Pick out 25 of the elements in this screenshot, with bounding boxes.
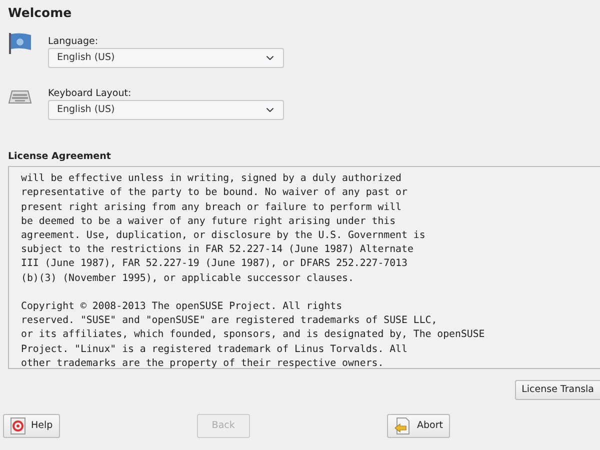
flag-icon (8, 31, 32, 55)
help-icon (10, 417, 26, 436)
license-text-line: (b)(3) (November 1995), or applicable successor clauses. (21, 272, 354, 286)
license-text-line: present right arising from any breach or failure to perform will (21, 200, 402, 215)
license-text-line: be deemed to be a waiver of any future right arising under this (21, 214, 396, 229)
language-select[interactable]: English (US) (48, 48, 284, 68)
license-translations-button[interactable]: License Transla (514, 380, 600, 400)
license-text-line: Copyright © 2008-2013 The openSUSE Project. All rights (21, 300, 342, 314)
keyboard-select[interactable]: English (US) (48, 100, 284, 120)
field-label: Keyboard Layout: (48, 88, 132, 100)
license-text-line: reserved. "SUSE" and "openSUSE" are registered trademarks of SUSE LLC, (21, 314, 438, 328)
license-text-line: or its affiliates, which founded, sponsors, and is designated by, The openSUSE (21, 328, 485, 342)
section-heading: License Agreement (8, 150, 112, 164)
license-text-line: other trademarks are the property of their respective owners. (21, 356, 384, 371)
license-text-line: agreement. Use, duplication, or disclosure by the U.S. Government is (21, 229, 426, 244)
field-label: Language: (48, 36, 100, 48)
license-text-line: representative of the party to be bound. No waiver of any past or (21, 186, 408, 200)
license-text-line: subject to the restrictions in FAR 52.227-14 (June 1987) Alternate (21, 243, 414, 258)
page-title: Welcome (7, 4, 73, 22)
abort-button[interactable]: Abort (387, 414, 450, 438)
abort-icon (394, 417, 412, 436)
license-text-line: Project. "Linux" is a registered trademark of Linus Torvalds. All (21, 342, 408, 357)
license-text-line: III (June 1987), FAR 52.227-19 (June 1987), or DFARS 252.227-7013 (21, 257, 408, 272)
license-text-line: will be effective unless in writing, signed by a duly authorized (21, 172, 402, 186)
help-button[interactable]: Help (3, 414, 60, 438)
